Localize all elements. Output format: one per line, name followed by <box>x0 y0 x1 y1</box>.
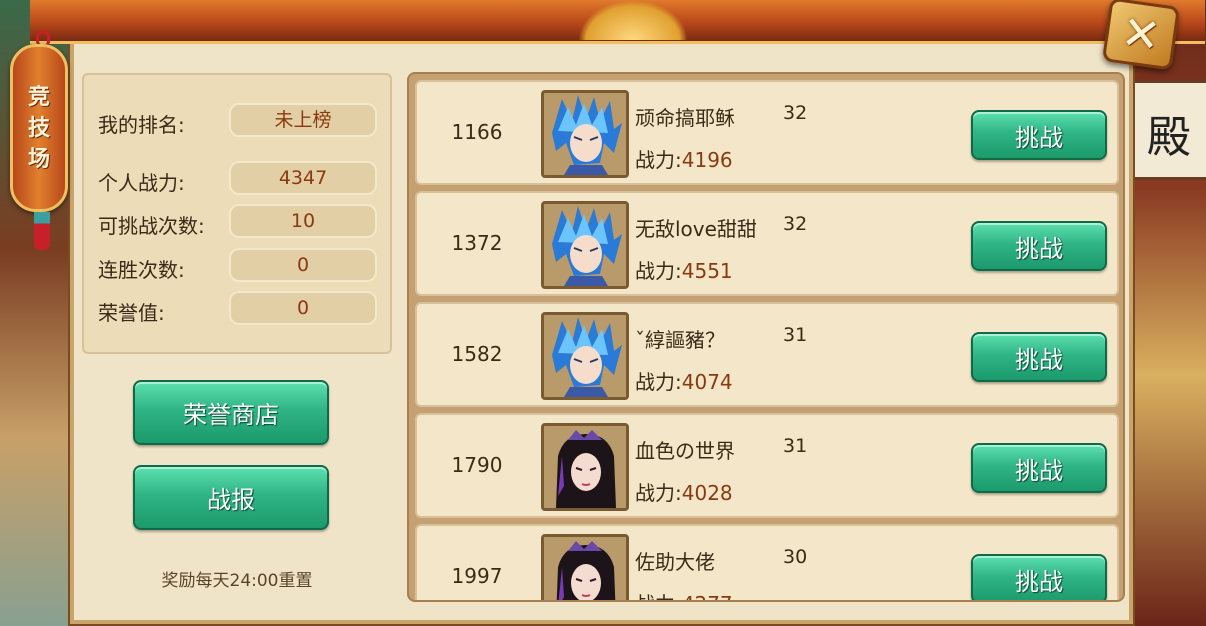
tassel-icon <box>34 212 50 250</box>
stat-row-rank: 我的排名: 未上榜 <box>84 103 394 137</box>
opponent-avatar[interactable] <box>541 90 629 178</box>
cloud-ornament-icon <box>578 0 688 40</box>
stat-label: 荣誉值: <box>98 301 165 325</box>
opponent-rank: 1582 <box>451 342 503 366</box>
opponent-power: 战力:4074 <box>635 366 733 395</box>
opponent-power: 战力:4196 <box>635 144 733 173</box>
opponent-row: 1790 血色の世界 31 战力:4028 挑战 <box>415 413 1119 518</box>
power-prefix: 战力: <box>635 370 682 394</box>
stat-value: 4347 <box>229 161 377 195</box>
power-value: 4551 <box>681 259 733 283</box>
stat-label: 个人战力: <box>98 171 185 195</box>
opponent-rank: 1997 <box>451 564 503 588</box>
opponent-row: 1166 顽命搞耶稣 32 战力:4196 挑战 <box>415 80 1119 185</box>
opponent-name: 无敌love甜甜 <box>635 217 757 241</box>
opponent-rank: 1372 <box>451 231 503 255</box>
opponent-rank: 1166 <box>451 120 503 144</box>
opponent-power: 战力:4277 <box>635 588 733 600</box>
challenge-button[interactable]: 挑战 <box>971 443 1107 493</box>
opponent-rank: 1790 <box>451 453 503 477</box>
opponent-level: 30 <box>783 546 808 568</box>
opponent-name: 血色の世界 <box>635 439 735 463</box>
opponent-level: 31 <box>783 324 808 346</box>
opponent-avatar[interactable] <box>541 423 629 511</box>
stat-value: 未上榜 <box>229 103 377 137</box>
player-stats-box: 我的排名: 未上榜 个人战力: 4347 可挑战次数: 10 连胜次数: 0 荣… <box>82 73 392 354</box>
close-button[interactable]: ✕ <box>1101 0 1181 71</box>
opponent-row: 1582 ˇ綧謳豬？ 31 战力:4074 挑战 <box>415 302 1119 407</box>
challenge-button[interactable]: 挑战 <box>971 554 1107 600</box>
power-prefix: 战力: <box>635 259 682 283</box>
opponent-name: 佐助大佬 <box>635 550 715 574</box>
power-value: 4028 <box>681 481 733 505</box>
arena-title-char: 场 <box>27 146 50 172</box>
opponent-list[interactable]: 1166 顽命搞耶稣 32 战力:4196 挑战 1372 无敌love甜甜 32 战力:455… <box>407 72 1125 602</box>
stat-row-challenges: 可挑战次数: 10 <box>84 204 394 238</box>
challenge-button[interactable]: 挑战 <box>971 110 1107 160</box>
opponent-avatar[interactable] <box>541 534 629 600</box>
stat-value: 0 <box>229 248 377 282</box>
opponent-level: 32 <box>783 102 808 124</box>
arena-title-char: 竞 <box>27 84 50 110</box>
power-value: 4074 <box>681 370 733 394</box>
honor-shop-button[interactable]: 荣誉商店 <box>133 380 329 445</box>
stat-value: 0 <box>229 291 377 325</box>
power-prefix: 战力: <box>635 592 682 600</box>
opponent-name: ˇ綧謳豬？ <box>635 328 725 352</box>
top-ornament-bar <box>30 0 1205 44</box>
opponent-power: 战力:4028 <box>635 477 733 506</box>
opponent-avatar[interactable] <box>541 312 629 400</box>
power-prefix: 战力: <box>635 148 682 172</box>
power-value: 4277 <box>682 592 733 600</box>
background-sign: 殿 <box>1130 80 1206 180</box>
stat-label: 我的排名: <box>98 113 185 137</box>
stat-row-honor: 荣誉值: 0 <box>84 291 394 325</box>
arena-title-tab: 竞 技 场 <box>10 44 68 212</box>
stat-label: 连胜次数: <box>98 258 185 282</box>
opponent-avatar[interactable] <box>541 201 629 289</box>
arena-title-char: 技 <box>27 115 50 141</box>
opponent-level: 31 <box>783 435 808 457</box>
background-sign-char: 殿 <box>1147 112 1191 163</box>
opponent-row: 1997 佐助大佬 30 战力:4277 挑战 <box>415 524 1119 600</box>
opponent-power: 战力:4551 <box>635 255 733 284</box>
opponent-name: 顽命搞耶稣 <box>635 106 735 130</box>
stat-row-power: 个人战力: 4347 <box>84 161 394 195</box>
opponent-level: 32 <box>783 213 808 235</box>
reset-note: 奖励每天24:00重置 <box>161 571 313 591</box>
challenge-button[interactable]: 挑战 <box>971 332 1107 382</box>
battle-report-button[interactable]: 战报 <box>133 465 329 530</box>
opponent-row: 1372 无敌love甜甜 32 战力:4551 挑战 <box>415 191 1119 296</box>
stat-label: 可挑战次数: <box>98 214 205 238</box>
stat-row-win-streak: 连胜次数: 0 <box>84 248 394 282</box>
close-x-icon: ✕ <box>1118 4 1164 64</box>
challenge-button[interactable]: 挑战 <box>971 221 1107 271</box>
stat-value: 10 <box>229 204 377 238</box>
power-prefix: 战力: <box>635 481 682 505</box>
power-value: 4196 <box>681 148 733 172</box>
